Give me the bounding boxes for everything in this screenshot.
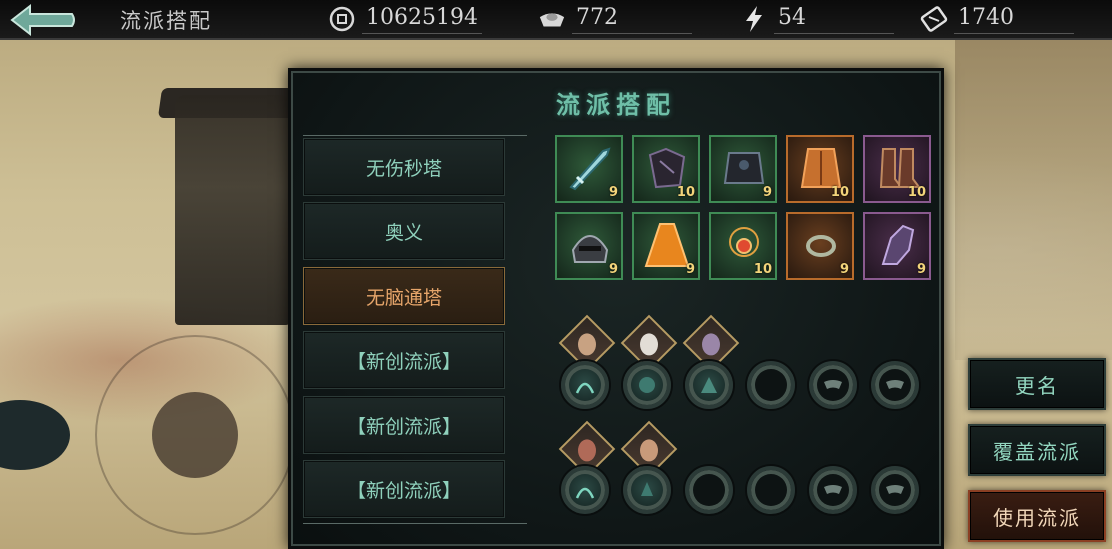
- build-panel: 流派搭配 无伤秒塔 奥义 无脑通塔 【新创流派】 【新创流派】 【新创流派】 9…: [288, 68, 944, 549]
- equip-level: 10: [676, 185, 695, 200]
- equip-level: 10: [753, 262, 772, 277]
- background-building: [955, 40, 1112, 360]
- equip-slot-chest-armor[interactable]: 9: [709, 135, 777, 203]
- equip-slot-helmet[interactable]: 9: [555, 212, 623, 280]
- preset-item-4[interactable]: 【新创流派】: [303, 331, 505, 389]
- equip-slot-cape[interactable]: 9: [632, 212, 700, 280]
- gauntlet-icon: [881, 224, 915, 265]
- top-bar: 流派搭配 10625194 772 54 1740: [0, 0, 1112, 40]
- mask-lock-icon: [886, 485, 904, 494]
- skill-slot-2-3-empty[interactable]: [685, 466, 733, 514]
- skill-slot-2-5-locked[interactable]: [809, 466, 857, 514]
- preset-item-2[interactable]: 奥义: [303, 202, 505, 260]
- coin-value: 10625194: [362, 4, 482, 34]
- silver-value: 772: [572, 4, 692, 34]
- page-title: 流派搭配: [120, 9, 212, 33]
- skill-icon: [641, 482, 653, 496]
- coin-resource: 10625194: [328, 2, 482, 36]
- skill-icon: [701, 377, 717, 393]
- equip-slot-boots[interactable]: 10: [863, 135, 931, 203]
- preset-item-1[interactable]: 无伤秒塔: [303, 138, 505, 196]
- hero-face: [640, 333, 658, 356]
- energy-resource: 54: [740, 2, 894, 36]
- coin-icon: [328, 5, 356, 33]
- mask-lock-icon: [886, 380, 904, 389]
- back-arrow-icon: [10, 3, 75, 37]
- preset-divider-top: [303, 135, 527, 136]
- skill-icon: [575, 487, 595, 499]
- pavilion: [175, 95, 290, 325]
- hero-face: [578, 333, 596, 356]
- skill-slot-2-6-locked[interactable]: [871, 466, 919, 514]
- equip-level: 10: [830, 185, 849, 200]
- skill-icon: [639, 377, 655, 393]
- energy-value: 54: [774, 4, 894, 34]
- preset-item-3-active[interactable]: 无脑通塔: [303, 267, 505, 325]
- background-rock: [0, 400, 70, 470]
- equip-level: 10: [907, 185, 926, 200]
- equip-slot-sword[interactable]: 9: [555, 135, 623, 203]
- equip-slot-amulet[interactable]: 10: [709, 212, 777, 280]
- equip-slot-orange-robe[interactable]: 10: [786, 135, 854, 203]
- skill-slot-1-1[interactable]: [561, 361, 609, 409]
- hero-face: [640, 439, 658, 462]
- equip-level: 9: [839, 262, 849, 277]
- mask-lock-icon: [824, 485, 842, 494]
- cape-icon: [644, 223, 690, 267]
- equip-slot-dark-armor[interactable]: 10: [632, 135, 700, 203]
- equip-slot-ring[interactable]: 9: [786, 212, 854, 280]
- preset-item-5[interactable]: 【新创流派】: [303, 396, 505, 454]
- joystick-thumb[interactable]: [152, 392, 238, 478]
- rename-button[interactable]: 更名: [968, 358, 1106, 410]
- back-button[interactable]: [6, 2, 80, 38]
- lightning-icon: [740, 5, 768, 33]
- hero-face: [578, 439, 596, 462]
- ticket-resource: 1740: [920, 2, 1074, 36]
- helmet-icon: [571, 235, 609, 263]
- equip-level: 9: [762, 185, 772, 200]
- skill-slot-1-4-empty[interactable]: [747, 361, 795, 409]
- skill-slot-2-4-empty[interactable]: [747, 466, 795, 514]
- sword-icon: [569, 147, 611, 191]
- equip-level: 9: [608, 185, 618, 200]
- chest-armor-icon: [723, 152, 765, 184]
- panel-title: 流派搭配: [556, 90, 676, 119]
- ticket-value: 1740: [954, 4, 1074, 34]
- equip-slot-gauntlet[interactable]: 9: [863, 212, 931, 280]
- equip-level: 9: [608, 262, 618, 277]
- skill-slot-1-6-locked[interactable]: [871, 361, 919, 409]
- mask-lock-icon: [824, 380, 842, 389]
- skill-slot-2-2[interactable]: [623, 466, 671, 514]
- overwrite-build-button[interactable]: 覆盖流派: [968, 424, 1106, 476]
- preset-item-6[interactable]: 【新创流派】: [303, 460, 505, 518]
- ticket-icon: [920, 5, 948, 33]
- skill-icon: [575, 382, 595, 394]
- skill-slot-2-1[interactable]: [561, 466, 609, 514]
- silver-ingot-icon: [538, 5, 566, 33]
- ring-icon: [806, 235, 836, 257]
- silver-resource: 772: [538, 2, 692, 36]
- use-build-button[interactable]: 使用流派: [968, 490, 1106, 542]
- skill-slot-1-3[interactable]: [685, 361, 733, 409]
- skill-slot-1-2[interactable]: [623, 361, 671, 409]
- hero-face: [702, 333, 720, 356]
- equip-level: 9: [916, 262, 926, 277]
- equip-level: 9: [685, 262, 695, 277]
- skill-slot-1-5-locked[interactable]: [809, 361, 857, 409]
- preset-divider-bottom: [303, 523, 527, 524]
